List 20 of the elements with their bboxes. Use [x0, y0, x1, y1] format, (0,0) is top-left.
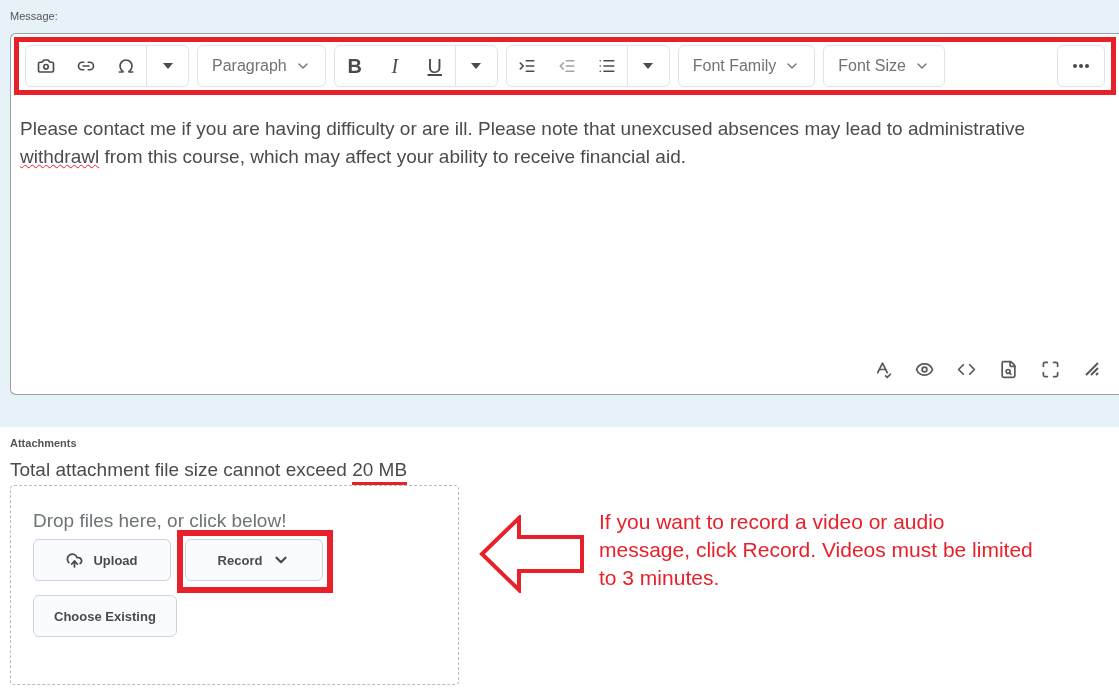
select-dropdown[interactable]: Font Family [677, 45, 816, 87]
message-text[interactable]: Please contact me if you are having difficulty or are ill. Please note that unexcused absences may lead to administrative withdrawl from this course, which may affect your ability to receive financial aid. [20, 115, 1070, 358]
select-dropdown[interactable]: Paragraph [197, 45, 326, 87]
drop-zone[interactable]: Drop files here, or click below! Upload Record Choose Existing [10, 485, 459, 685]
cloud-upload-icon [66, 551, 84, 569]
caret-icon [161, 62, 174, 70]
caret-icon [642, 62, 655, 70]
ellipsis-icon [1073, 64, 1089, 68]
bold-button[interactable]: B [334, 46, 375, 86]
select-dropdown[interactable]: Font Size [823, 45, 945, 87]
choose-existing-button[interactable]: Choose Existing [33, 595, 177, 637]
underline-button[interactable]: U [414, 46, 455, 86]
record-button[interactable]: Record [185, 539, 323, 581]
caret-icon [470, 62, 483, 70]
attachments-label: Attachments [10, 437, 78, 449]
message-label: Message: [10, 10, 59, 22]
upload-button[interactable]: Upload [33, 539, 171, 581]
drop-hint: Drop files here, or click below! [33, 510, 288, 532]
italic-button[interactable]: I [374, 46, 415, 86]
callout-text: If you want to record a video or audio message, click Record. Videos must be limited to 3 minutes. [599, 509, 1034, 591]
